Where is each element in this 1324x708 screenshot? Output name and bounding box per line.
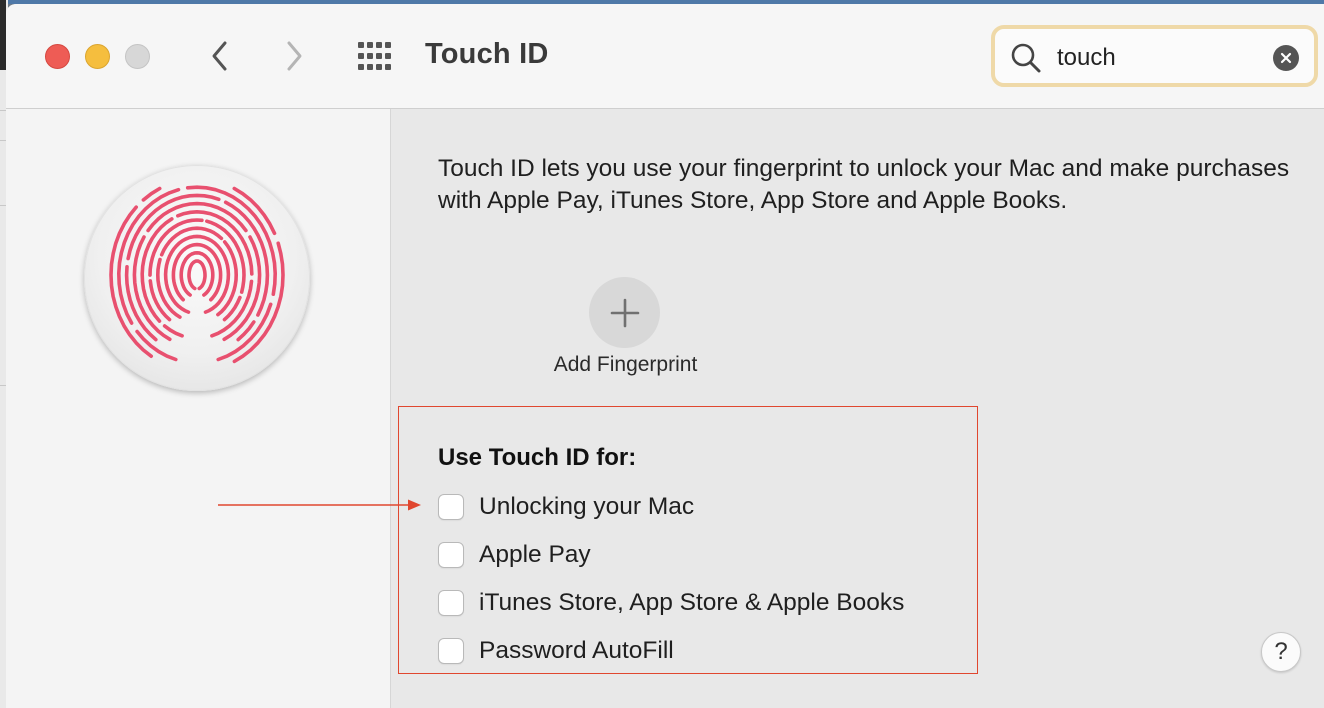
option-label: Password AutoFill — [479, 637, 674, 664]
window-title: Touch ID — [425, 38, 549, 70]
clear-search-button[interactable] — [1273, 45, 1299, 71]
option-password-autofill[interactable]: Password AutoFill — [438, 636, 674, 666]
touch-id-description: Touch ID lets you use your fingerprint t… — [438, 155, 1290, 214]
show-all-button[interactable] — [356, 40, 394, 72]
fingerprint-badge — [84, 165, 310, 391]
fingerprint-ridge — [132, 201, 262, 342]
fingerprint-ridge — [179, 251, 215, 297]
arrow-icon — [218, 499, 421, 511]
option-label: Unlocking your Mac — [479, 493, 695, 520]
chevron-left-icon — [212, 41, 227, 71]
zoom-icon[interactable] — [125, 44, 150, 69]
magnifier-icon — [1011, 43, 1041, 73]
option-unlocking-mac[interactable]: Unlocking your Mac — [438, 492, 694, 522]
sidebar — [6, 109, 391, 708]
plus-icon — [610, 298, 639, 327]
add-fingerprint-label[interactable]: Add Fingerprint — [543, 353, 708, 377]
back-button[interactable] — [200, 36, 240, 76]
unlocking-mac-checkbox[interactable] — [438, 494, 464, 520]
toolbar: Touch ID — [6, 4, 1324, 109]
use-touch-id-heading: Use Touch ID for: — [438, 444, 637, 471]
add-fingerprint-button[interactable] — [589, 277, 660, 348]
forward-button[interactable] — [274, 36, 314, 76]
fingerprint-icon — [109, 185, 285, 364]
itunes-app-store-books-checkbox[interactable] — [438, 590, 464, 616]
fingerprint-ridge — [156, 226, 238, 319]
apple-pay-checkbox[interactable] — [438, 542, 464, 568]
password-autofill-checkbox[interactable] — [438, 638, 464, 664]
minimize-icon[interactable] — [85, 44, 110, 69]
close-icon[interactable] — [45, 44, 70, 69]
option-label: iTunes Store, App Store & Apple Books — [479, 589, 905, 616]
search-input[interactable] — [1057, 43, 1257, 73]
chevron-right-icon — [287, 41, 302, 71]
option-apple-pay[interactable]: Apple Pay — [438, 540, 591, 570]
fingerprint-ridge — [109, 186, 285, 364]
option-itunes-app-store-books[interactable]: iTunes Store, App Store & Apple Books — [438, 588, 904, 618]
fingerprint-ridge — [187, 259, 207, 291]
search-field[interactable] — [991, 25, 1318, 87]
option-label: Apple Pay — [479, 541, 591, 568]
help-button[interactable]: ? — [1261, 632, 1301, 672]
clear-icon — [1280, 52, 1292, 64]
